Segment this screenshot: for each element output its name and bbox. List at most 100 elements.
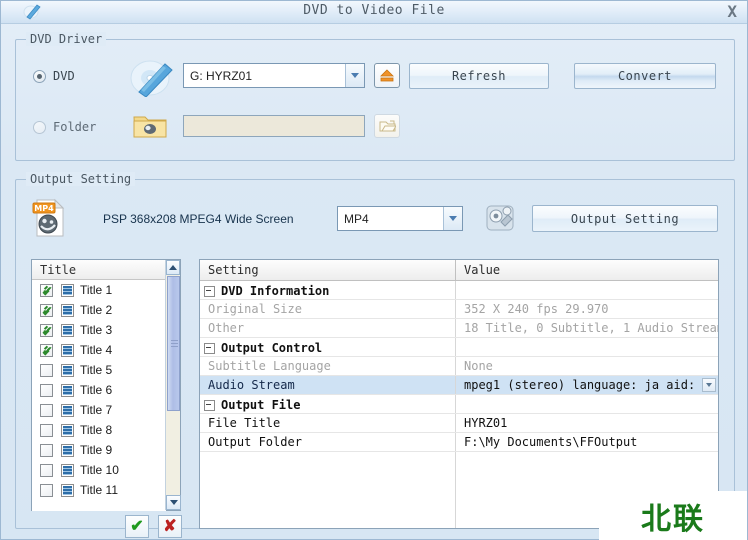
title-checkbox[interactable] — [40, 404, 53, 417]
list-item-label: Title 2 — [80, 303, 112, 317]
title-checkbox[interactable]: ✔ — [40, 284, 53, 297]
chevron-down-icon[interactable] — [345, 64, 364, 87]
title-list-body[interactable]: ✔ Title 1 ✔ Title 2 ✔ Title 3 ✔ Title 4 Title 5 T… — [32, 280, 166, 511]
property-row[interactable]: Other18 Title, 0 Subtitle, 1 Audio Strea… — [200, 319, 718, 338]
radio-folder-indicator[interactable] — [33, 121, 46, 134]
film-strip-icon — [61, 284, 74, 297]
scroll-down-button[interactable] — [166, 495, 181, 510]
property-name: Output Folder — [200, 433, 456, 451]
list-item[interactable]: Title 9 — [32, 440, 166, 460]
title-checkbox[interactable] — [40, 364, 53, 377]
scroll-up-button[interactable] — [166, 260, 180, 275]
title-checkbox[interactable] — [40, 444, 53, 457]
output-setting-group-title: Output Setting — [26, 172, 135, 186]
title-checkbox[interactable]: ✔ — [40, 324, 53, 337]
check-icon: ✔ — [42, 346, 53, 357]
property-name: File Title — [200, 414, 456, 432]
title-checkbox[interactable] — [40, 484, 53, 497]
list-item[interactable]: ✔ Title 3 — [32, 320, 166, 340]
property-category-row[interactable]: Output File — [200, 395, 718, 414]
title-checkbox[interactable] — [40, 384, 53, 397]
film-strip-icon — [61, 484, 74, 497]
check-icon: ✔ — [42, 326, 53, 337]
format-combo[interactable]: MP4 — [337, 206, 463, 231]
radio-dvd-indicator[interactable] — [33, 70, 46, 83]
property-row[interactable]: Audio Streammpeg1 (stereo) language: ja … — [200, 376, 718, 395]
list-item[interactable]: Title 7 — [32, 400, 166, 420]
value-dropdown-icon[interactable] — [702, 378, 716, 392]
list-item-label: Title 1 — [80, 283, 112, 297]
list-item-label: Title 8 — [80, 423, 112, 437]
radio-folder[interactable]: Folder — [33, 120, 96, 134]
title-list-header: Title — [32, 260, 180, 280]
collapse-icon[interactable] — [204, 343, 215, 354]
eject-button[interactable] — [374, 63, 400, 88]
folder-path-field[interactable] — [184, 116, 364, 136]
folder-path-input[interactable] — [183, 115, 365, 137]
column-header-setting: Setting — [200, 260, 456, 280]
film-strip-icon — [61, 324, 74, 337]
list-item[interactable]: ✔ Title 1 — [32, 280, 166, 300]
svg-text:MP4: MP4 — [34, 204, 54, 213]
dvd-drive-combo-value: G: HYRZ01 — [184, 69, 345, 83]
list-item[interactable]: Title 5 — [32, 360, 166, 380]
open-folder-icon — [379, 119, 396, 133]
refresh-button[interactable]: Refresh — [409, 63, 549, 89]
title-bar: DVD to Video File X — [1, 1, 747, 24]
list-item[interactable]: Title 11 — [32, 480, 166, 500]
property-category-label: DVD Information — [221, 284, 329, 298]
property-category-row[interactable]: DVD Information — [200, 281, 718, 300]
film-strip-icon — [61, 344, 74, 357]
collapse-icon[interactable] — [204, 286, 215, 297]
property-row-empty — [200, 471, 718, 490]
cancel-button[interactable]: ✘ — [158, 515, 182, 538]
film-strip-icon — [61, 444, 74, 457]
property-category-label: Output Control — [221, 341, 322, 355]
dvd-drive-combo[interactable]: G: HYRZ01 — [183, 63, 365, 88]
output-tools-icon[interactable] — [484, 202, 516, 239]
list-item-label: Title 3 — [80, 323, 112, 337]
property-row[interactable]: Output FolderF:\My Documents\FFOutput — [200, 433, 718, 452]
list-item-label: Title 4 — [80, 343, 112, 357]
chevron-down-icon[interactable] — [443, 207, 462, 230]
scrollbar-thumb[interactable] — [167, 276, 180, 411]
property-row[interactable]: File TitleHYRZ01 — [200, 414, 718, 433]
property-row[interactable]: Original Size352 X 240 fps 29.970 — [200, 300, 718, 319]
dvd-driver-group: DVD Driver — [15, 39, 735, 161]
title-checkbox[interactable]: ✔ — [40, 304, 53, 317]
list-item[interactable]: Title 6 — [32, 380, 166, 400]
title-checkbox[interactable] — [40, 424, 53, 437]
application-window: DVD to Video File X DVD Driver DVD G: HY… — [0, 0, 748, 540]
browse-folder-button[interactable] — [374, 114, 400, 138]
collapse-icon[interactable] — [204, 400, 215, 411]
list-item[interactable]: ✔ Title 2 — [32, 300, 166, 320]
title-checkbox[interactable] — [40, 464, 53, 477]
column-header-value: Value — [456, 260, 718, 280]
watermark: 北联 — [599, 491, 747, 540]
convert-button[interactable]: Convert — [574, 63, 716, 89]
list-item[interactable]: ✔ Title 4 — [32, 340, 166, 360]
film-strip-icon — [61, 304, 74, 317]
list-item-label: Title 5 — [80, 363, 112, 377]
list-item-label: Title 10 — [80, 463, 119, 477]
film-strip-icon — [61, 424, 74, 437]
property-row[interactable]: Subtitle LanguageNone — [200, 357, 718, 376]
dvd-driver-group-title: DVD Driver — [26, 32, 106, 46]
output-setting-button[interactable]: Output Setting — [532, 205, 718, 232]
property-value: None — [464, 359, 493, 373]
close-icon[interactable]: X — [727, 2, 737, 21]
list-item[interactable]: Title 8 — [32, 420, 166, 440]
film-strip-icon — [61, 384, 74, 397]
film-strip-icon — [61, 464, 74, 477]
list-item[interactable]: Title 10 — [32, 460, 166, 480]
property-category-row[interactable]: Output Control — [200, 338, 718, 357]
radio-dvd[interactable]: DVD — [33, 69, 75, 83]
check-icon: ✔ — [42, 286, 53, 297]
title-list-scrollbar[interactable] — [165, 260, 180, 510]
radio-dvd-label: DVD — [53, 69, 75, 83]
eject-icon — [379, 68, 395, 83]
title-checkbox[interactable]: ✔ — [40, 344, 53, 357]
list-item-label: Title 9 — [80, 443, 112, 457]
confirm-button[interactable]: ✔ — [125, 515, 149, 538]
property-name: Other — [200, 319, 456, 337]
